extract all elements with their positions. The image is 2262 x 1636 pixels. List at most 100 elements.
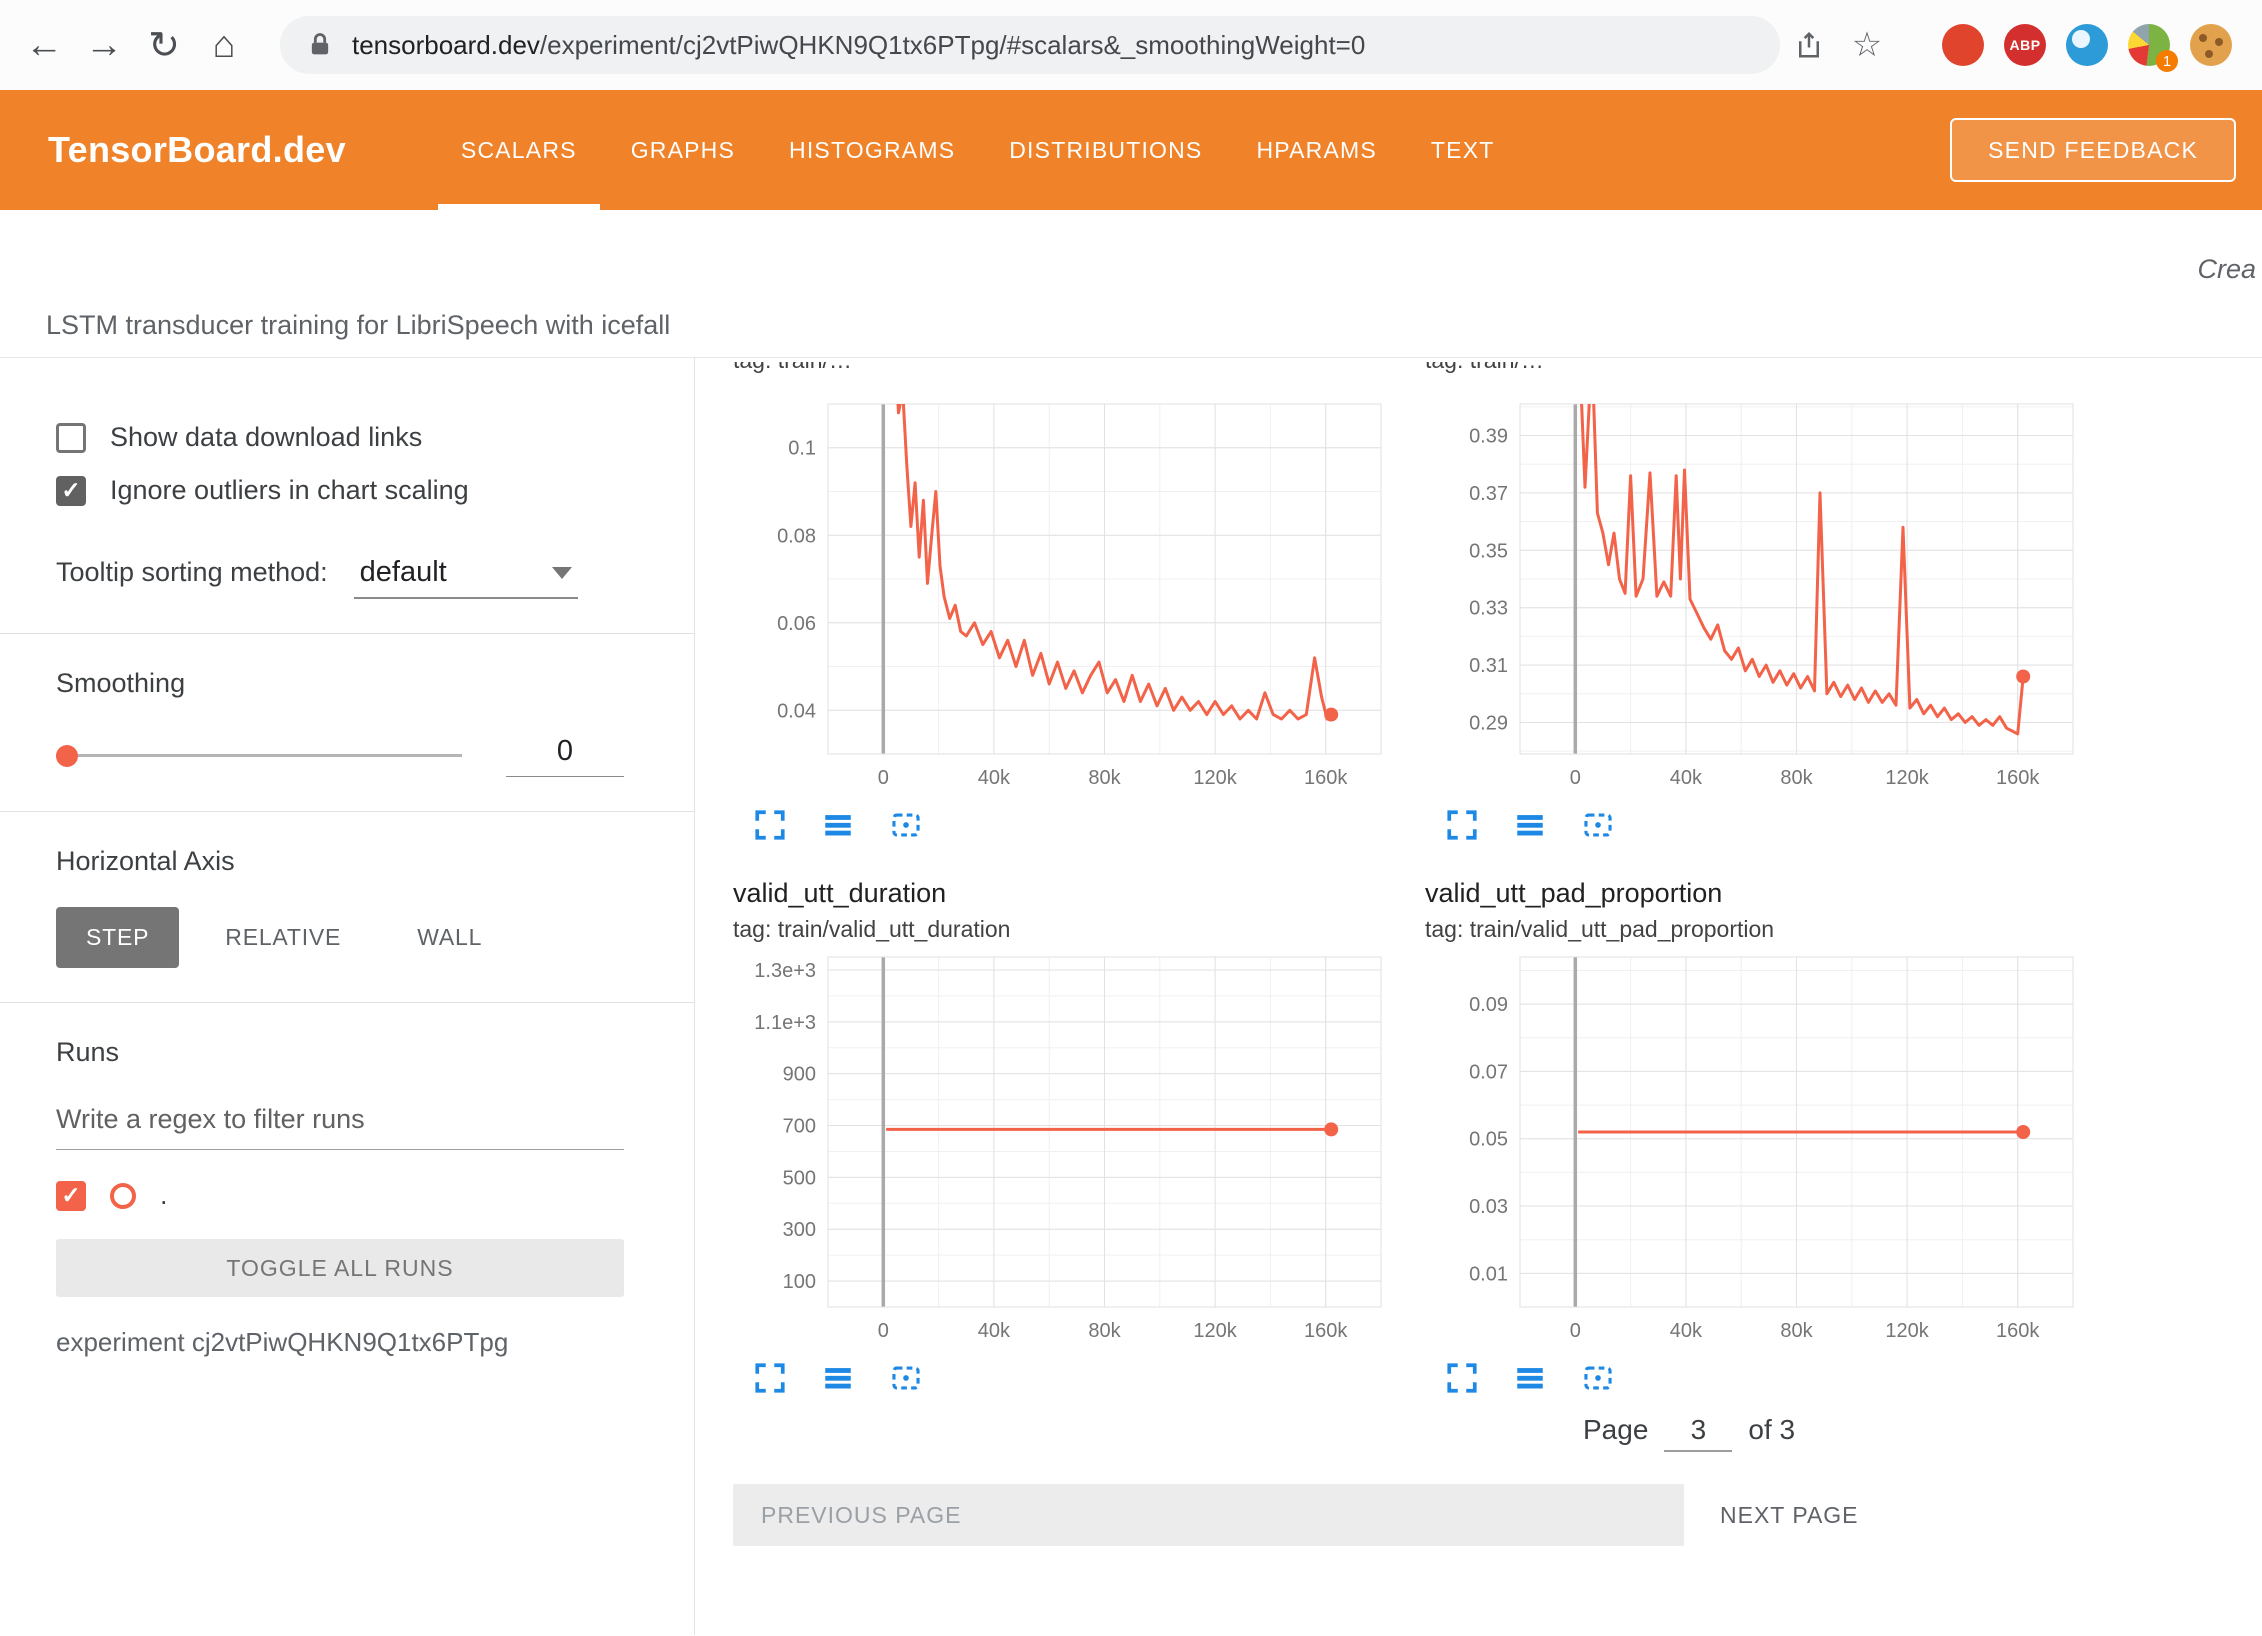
next-page-button[interactable]: NEXT PAGE xyxy=(1720,1502,1859,1529)
fit-domain-icon[interactable] xyxy=(889,1361,923,1395)
tab-histograms[interactable]: HISTOGRAMS xyxy=(762,90,982,210)
tooltip-sorting-dropdown[interactable]: default xyxy=(354,554,578,599)
fit-domain-icon[interactable] xyxy=(889,808,923,842)
svg-text:1.3e+3: 1.3e+3 xyxy=(754,960,816,982)
scalar-chart[interactable]: 1003005007009001.1e+31.3e+3040k80k120k16… xyxy=(733,951,1393,1349)
abp-label: ABP xyxy=(2009,37,2040,53)
svg-text:80k: 80k xyxy=(1088,1320,1121,1342)
scalar-chart[interactable]: 0.040.060.080.1040k80k120k160k xyxy=(733,398,1393,796)
send-feedback-button[interactable]: SEND FEEDBACK xyxy=(1950,118,2236,182)
browser-toolbar: ← → ↻ ⌂ tensorboard.dev/experiment/cj2vt… xyxy=(0,0,2262,90)
page-number-input[interactable] xyxy=(1664,1413,1732,1452)
previous-page-button[interactable]: PREVIOUS PAGE xyxy=(733,1484,1684,1546)
chart-card: tag: train/… 0.040.060.080.1040k80k120k1… xyxy=(733,362,1393,842)
lines-icon[interactable] xyxy=(821,808,855,842)
smoothing-slider[interactable] xyxy=(56,741,462,771)
url-text: tensorboard.dev/experiment/cj2vtPiwQHKN9… xyxy=(352,30,1365,61)
checkbox-unchecked-icon xyxy=(56,423,86,453)
svg-text:700: 700 xyxy=(783,1116,816,1138)
svg-text:0.08: 0.08 xyxy=(777,525,816,547)
lines-icon[interactable] xyxy=(1513,1361,1547,1395)
tab-scalars[interactable]: SCALARS xyxy=(434,90,604,210)
show-download-links-checkbox[interactable]: Show data download links xyxy=(56,422,624,453)
toggle-all-runs-button[interactable]: TOGGLE ALL RUNS xyxy=(56,1239,624,1297)
svg-text:0.31: 0.31 xyxy=(1469,655,1508,677)
chart-tag: tag: train/valid_utt_pad_proportion xyxy=(1425,915,2085,943)
axis-relative-button[interactable]: RELATIVE xyxy=(195,907,371,968)
svg-text:0.05: 0.05 xyxy=(1469,1129,1508,1151)
lines-icon[interactable] xyxy=(821,1361,855,1395)
abp-icon[interactable]: ABP xyxy=(2004,24,2046,66)
ignore-outliers-checkbox[interactable]: Ignore outliers in chart scaling xyxy=(56,475,624,506)
forward-icon[interactable]: → xyxy=(74,15,134,75)
extensions-group: ABP 1 xyxy=(1942,24,2232,66)
svg-text:120k: 120k xyxy=(1193,1320,1237,1342)
svg-text:120k: 120k xyxy=(1193,767,1237,789)
tab-graphs[interactable]: GRAPHS xyxy=(604,90,762,210)
fullscreen-icon[interactable] xyxy=(1445,808,1479,842)
svg-text:0.06: 0.06 xyxy=(777,613,816,635)
fullscreen-icon[interactable] xyxy=(753,1361,787,1395)
svg-text:0.07: 0.07 xyxy=(1469,1061,1508,1083)
tab-distributions[interactable]: DISTRIBUTIONS xyxy=(982,90,1229,210)
share-icon[interactable] xyxy=(1780,16,1838,74)
smoothing-label: Smoothing xyxy=(56,668,624,699)
checkbox-checked-icon xyxy=(56,476,86,506)
svg-text:120k: 120k xyxy=(1885,1320,1929,1342)
bookmark-star-icon[interactable]: ☆ xyxy=(1838,16,1896,74)
svg-text:900: 900 xyxy=(783,1064,816,1086)
chart-card: tag: train/… 0.290.310.330.350.370.39040… xyxy=(1425,362,2085,842)
svg-text:0: 0 xyxy=(878,1320,889,1342)
fullscreen-icon[interactable] xyxy=(753,808,787,842)
profile-avatar[interactable] xyxy=(2190,24,2232,66)
svg-text:160k: 160k xyxy=(1996,1320,2040,1342)
svg-text:0.33: 0.33 xyxy=(1469,598,1508,620)
svg-text:160k: 160k xyxy=(1304,767,1348,789)
run-color-swatch xyxy=(110,1183,136,1209)
lock-icon xyxy=(306,31,334,59)
adblock-icon[interactable] xyxy=(1942,24,1984,66)
svg-text:0: 0 xyxy=(1570,767,1581,789)
fit-domain-icon[interactable] xyxy=(1581,1361,1615,1395)
scalar-chart[interactable]: 0.290.310.330.350.370.39040k80k120k160k xyxy=(1425,398,2085,796)
slider-thumb[interactable] xyxy=(56,745,78,767)
scalar-chart[interactable]: 0.010.030.050.070.09040k80k120k160k xyxy=(1425,951,2085,1349)
home-icon[interactable]: ⌂ xyxy=(194,15,254,75)
axis-wall-button[interactable]: WALL xyxy=(387,907,512,968)
url-path: /experiment/cj2vtPiwQHKN9Q1tx6PTpg/#scal… xyxy=(540,30,1365,60)
svg-text:80k: 80k xyxy=(1088,767,1121,789)
slider-track xyxy=(56,754,462,757)
svg-text:0.09: 0.09 xyxy=(1469,994,1508,1016)
pie-extension-icon[interactable]: 1 xyxy=(2128,24,2170,66)
svg-text:160k: 160k xyxy=(1996,767,2040,789)
svg-text:0.04: 0.04 xyxy=(777,700,816,722)
axis-step-button[interactable]: STEP xyxy=(56,907,179,968)
svg-text:0.29: 0.29 xyxy=(1469,712,1508,734)
refresh-icon[interactable]: ↻ xyxy=(134,15,194,75)
blue-extension-icon[interactable] xyxy=(2066,24,2108,66)
smoothing-value-input[interactable]: 0 xyxy=(506,735,624,777)
settings-sidebar: Show data download links Ignore outliers… xyxy=(0,358,695,1635)
page-label: Page xyxy=(1583,1414,1648,1446)
runs-filter-input[interactable] xyxy=(56,1098,624,1150)
tab-hparams[interactable]: HPARAMS xyxy=(1229,90,1403,210)
tab-text[interactable]: TEXT xyxy=(1404,90,1522,210)
back-icon[interactable]: ← xyxy=(14,15,74,75)
svg-text:80k: 80k xyxy=(1780,767,1813,789)
fullscreen-icon[interactable] xyxy=(1445,1361,1479,1395)
svg-text:0.35: 0.35 xyxy=(1469,540,1508,562)
lines-icon[interactable] xyxy=(1513,808,1547,842)
svg-text:160k: 160k xyxy=(1304,1320,1348,1342)
fit-domain-icon[interactable] xyxy=(1581,808,1615,842)
run-checkbox[interactable] xyxy=(56,1181,86,1211)
main-nav: SCALARS GRAPHS HISTOGRAMS DISTRIBUTIONS … xyxy=(434,90,1522,210)
chart-tag: tag: train/valid_utt_duration xyxy=(733,915,1393,943)
svg-text:0.37: 0.37 xyxy=(1469,483,1508,505)
svg-text:500: 500 xyxy=(783,1167,816,1189)
svg-text:300: 300 xyxy=(783,1219,816,1241)
divider xyxy=(0,811,694,812)
experiment-id-label: experiment cj2vtPiwQHKN9Q1tx6PTpg xyxy=(56,1327,624,1358)
svg-text:40k: 40k xyxy=(1670,767,1703,789)
run-name: . xyxy=(160,1180,168,1211)
url-bar[interactable]: tensorboard.dev/experiment/cj2vtPiwQHKN9… xyxy=(280,16,1780,74)
